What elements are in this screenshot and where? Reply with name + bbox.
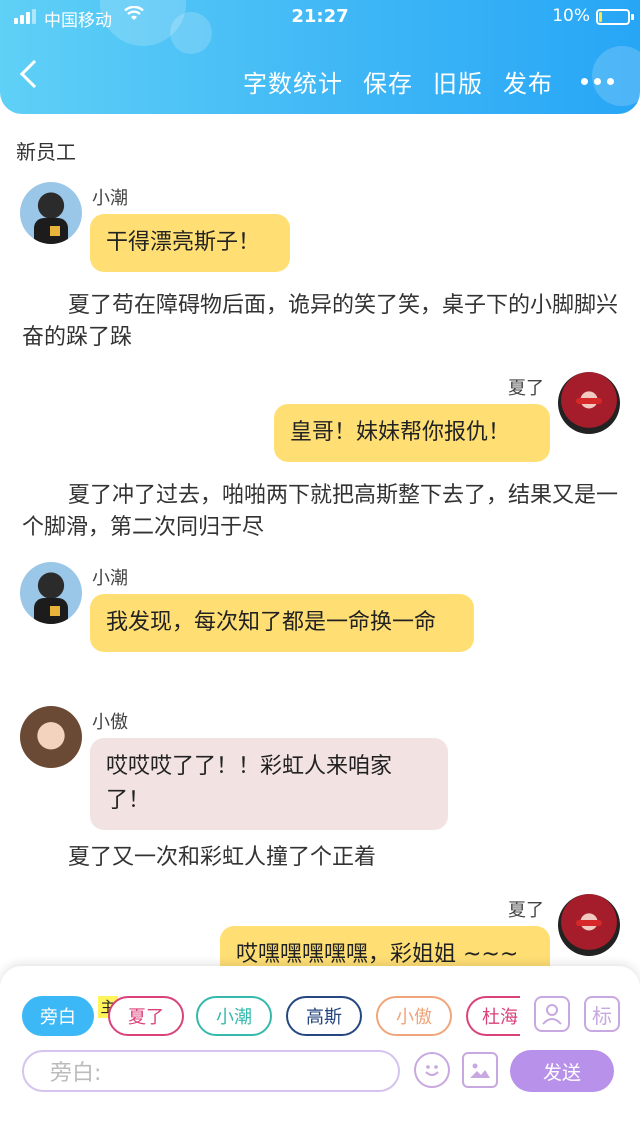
narration-text[interactable]: 夏了冲了过去，啪啪两下就把高斯整下去了，结果又是一个脚滑，第二次同归于尽 [22,480,618,544]
chat-bubble[interactable]: 皇哥！妹妹帮你报仇！ [274,404,550,462]
send-button[interactable]: 发送 [510,1050,614,1092]
sender-name: 夏了 [508,900,544,921]
sender-name: 小潮 [92,188,128,209]
publish-button[interactable]: 发布 [503,64,553,99]
avatar-xiaochao[interactable] [20,562,82,624]
sender-name: 夏了 [508,378,544,399]
back-arrow-icon[interactable] [19,59,49,89]
more-icon[interactable] [581,78,614,85]
narration-text[interactable]: 夏了苟在障碍物后面，诡异的笑了笑，桌子下的小脚脚兴奋的跺了跺 [22,290,618,354]
role-chip-xiaoao[interactable]: 小傲 [376,996,452,1036]
role-chip-gaosi[interactable]: 高斯 [286,996,362,1036]
chat-bubble[interactable]: 我发现，每次知了都是一命换一命 [90,594,474,652]
sender-name: 小潮 [92,568,128,589]
scene-title: 新员工 [16,140,76,164]
save-button[interactable]: 保存 [363,64,413,99]
character-manage-icon[interactable] [534,996,570,1032]
emoji-icon[interactable] [414,1052,450,1088]
role-chip-xiaochao[interactable]: 小潮 [196,996,272,1036]
chat-bubble[interactable]: 干得漂亮斯子！ [90,214,290,272]
top-bar: 中国移动 21:27 10% 字数统计 保存 旧版 发布 [0,0,640,114]
avatar-xiaochao[interactable] [20,182,82,244]
role-chip-xiale[interactable]: 夏了 [108,996,184,1036]
role-chip-narrator[interactable]: 旁白 [22,996,94,1036]
status-bar: 中国移动 21:27 10% [0,5,640,31]
role-chip-duhai[interactable]: 杜海 [466,996,520,1036]
old-version-button[interactable]: 旧版 [433,64,483,99]
battery-icon [596,9,634,25]
tag-icon[interactable]: 标 [584,996,620,1032]
narration-text[interactable]: 夏了又一次和彩虹人撞了个正着 [22,842,618,874]
avatar-xiale[interactable] [558,372,620,434]
chat-bubble[interactable]: 哎哎哎了了！！彩虹人来咱家了！ [90,738,448,830]
header-actions: 字数统计 保存 旧版 发布 [223,64,640,99]
composer-panel: 旁白 主 夏了 小潮 高斯 小傲 杜海 标 旁白: 发送 [0,966,640,1138]
avatar-xiaoao[interactable] [20,706,82,768]
battery-percent: 10% [552,6,590,26]
message-input[interactable]: 旁白: [22,1050,400,1092]
image-icon[interactable] [462,1052,498,1088]
clock: 21:27 [291,6,349,27]
sender-name: 小傲 [92,712,128,733]
avatar-xiale[interactable] [558,894,620,956]
word-count-button[interactable]: 字数统计 [243,64,343,99]
